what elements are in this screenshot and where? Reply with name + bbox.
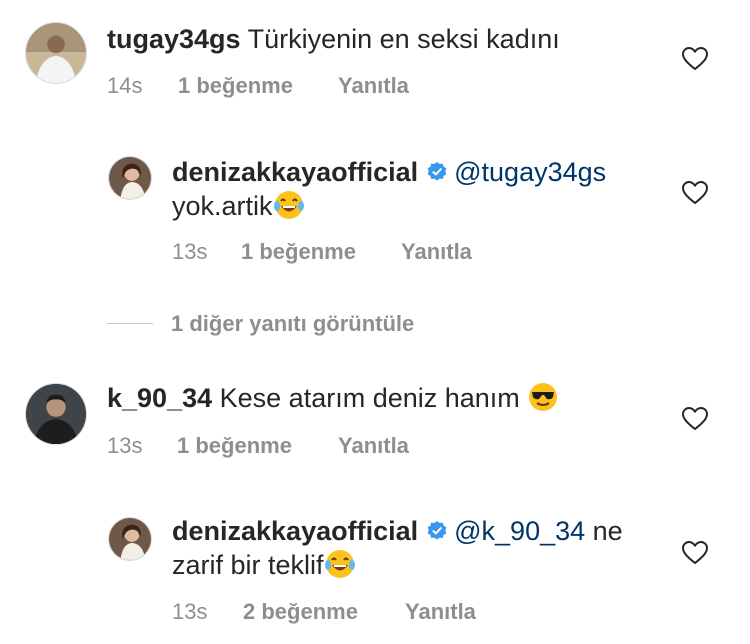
comment-text-line2: yok.artik	[172, 189, 305, 223]
reply-button[interactable]: Yanıtla	[338, 73, 409, 99]
likes-count[interactable]: 1 beğenme	[178, 73, 293, 99]
avatar[interactable]	[108, 156, 152, 200]
heart-icon[interactable]	[682, 541, 708, 565]
reply-button[interactable]: Yanıtla	[338, 433, 409, 459]
comment-text-line1: denizakkayaofficial @tugay34gs	[172, 155, 606, 189]
heart-icon[interactable]	[682, 181, 708, 205]
divider-line	[107, 323, 153, 324]
comment-body-line1: ne	[592, 516, 623, 546]
smiling-face-with-sunglasses-icon	[529, 383, 558, 411]
comment-body: yok.artik	[172, 191, 273, 221]
heart-icon[interactable]	[682, 407, 708, 431]
username[interactable]: denizakkayaofficial	[172, 516, 418, 546]
mention-link[interactable]: @k_90_34	[454, 516, 585, 546]
timestamp: 13s	[172, 239, 208, 264]
username[interactable]: k_90_34	[107, 383, 212, 413]
comment-text-line2: zarif bir teklif	[172, 548, 356, 582]
comment-body: Türkiyenin en seksi kadını	[247, 24, 560, 54]
timestamp: 13s	[107, 433, 143, 458]
man-white-shirt-avatar-icon	[26, 23, 86, 83]
likes-count[interactable]: 1 beğenme	[241, 239, 356, 265]
avatar[interactable]	[25, 22, 87, 84]
face-with-tears-of-joy-icon	[324, 550, 355, 578]
username[interactable]: denizakkayaofficial	[172, 157, 418, 187]
likes-count[interactable]: 1 beğenme	[177, 433, 292, 459]
comment-body: Kese atarım deniz hanım	[219, 383, 520, 413]
timestamp: 14s	[107, 73, 143, 98]
comment-body-line2: zarif bir teklif	[172, 550, 324, 580]
view-more-replies-label[interactable]: 1 diğer yanıtı görüntüle	[171, 311, 414, 337]
likes-count[interactable]: 2 beğenme	[243, 599, 358, 625]
verified-badge-icon	[427, 521, 447, 540]
avatar[interactable]	[108, 517, 152, 561]
comment-text: k_90_34 Kese atarım deniz hanım	[107, 381, 559, 415]
woman-avatar-icon	[109, 518, 151, 560]
verified-badge-icon	[427, 162, 447, 181]
reply-button[interactable]: Yanıtla	[405, 599, 476, 625]
timestamp: 13s	[172, 599, 208, 624]
username[interactable]: tugay34gs	[107, 24, 241, 54]
mention-link[interactable]: @tugay34gs	[454, 157, 606, 187]
face-with-tears-of-joy-icon	[273, 191, 304, 219]
man-dark-avatar-icon	[26, 384, 86, 444]
heart-icon[interactable]	[682, 47, 708, 71]
comment-text: tugay34gs Türkiyenin en seksi kadını	[107, 22, 560, 56]
woman-avatar-icon	[109, 157, 151, 199]
reply-button[interactable]: Yanıtla	[401, 239, 472, 265]
avatar[interactable]	[25, 383, 87, 445]
comment-text-line1: denizakkayaofficial @k_90_34 ne	[172, 514, 623, 548]
